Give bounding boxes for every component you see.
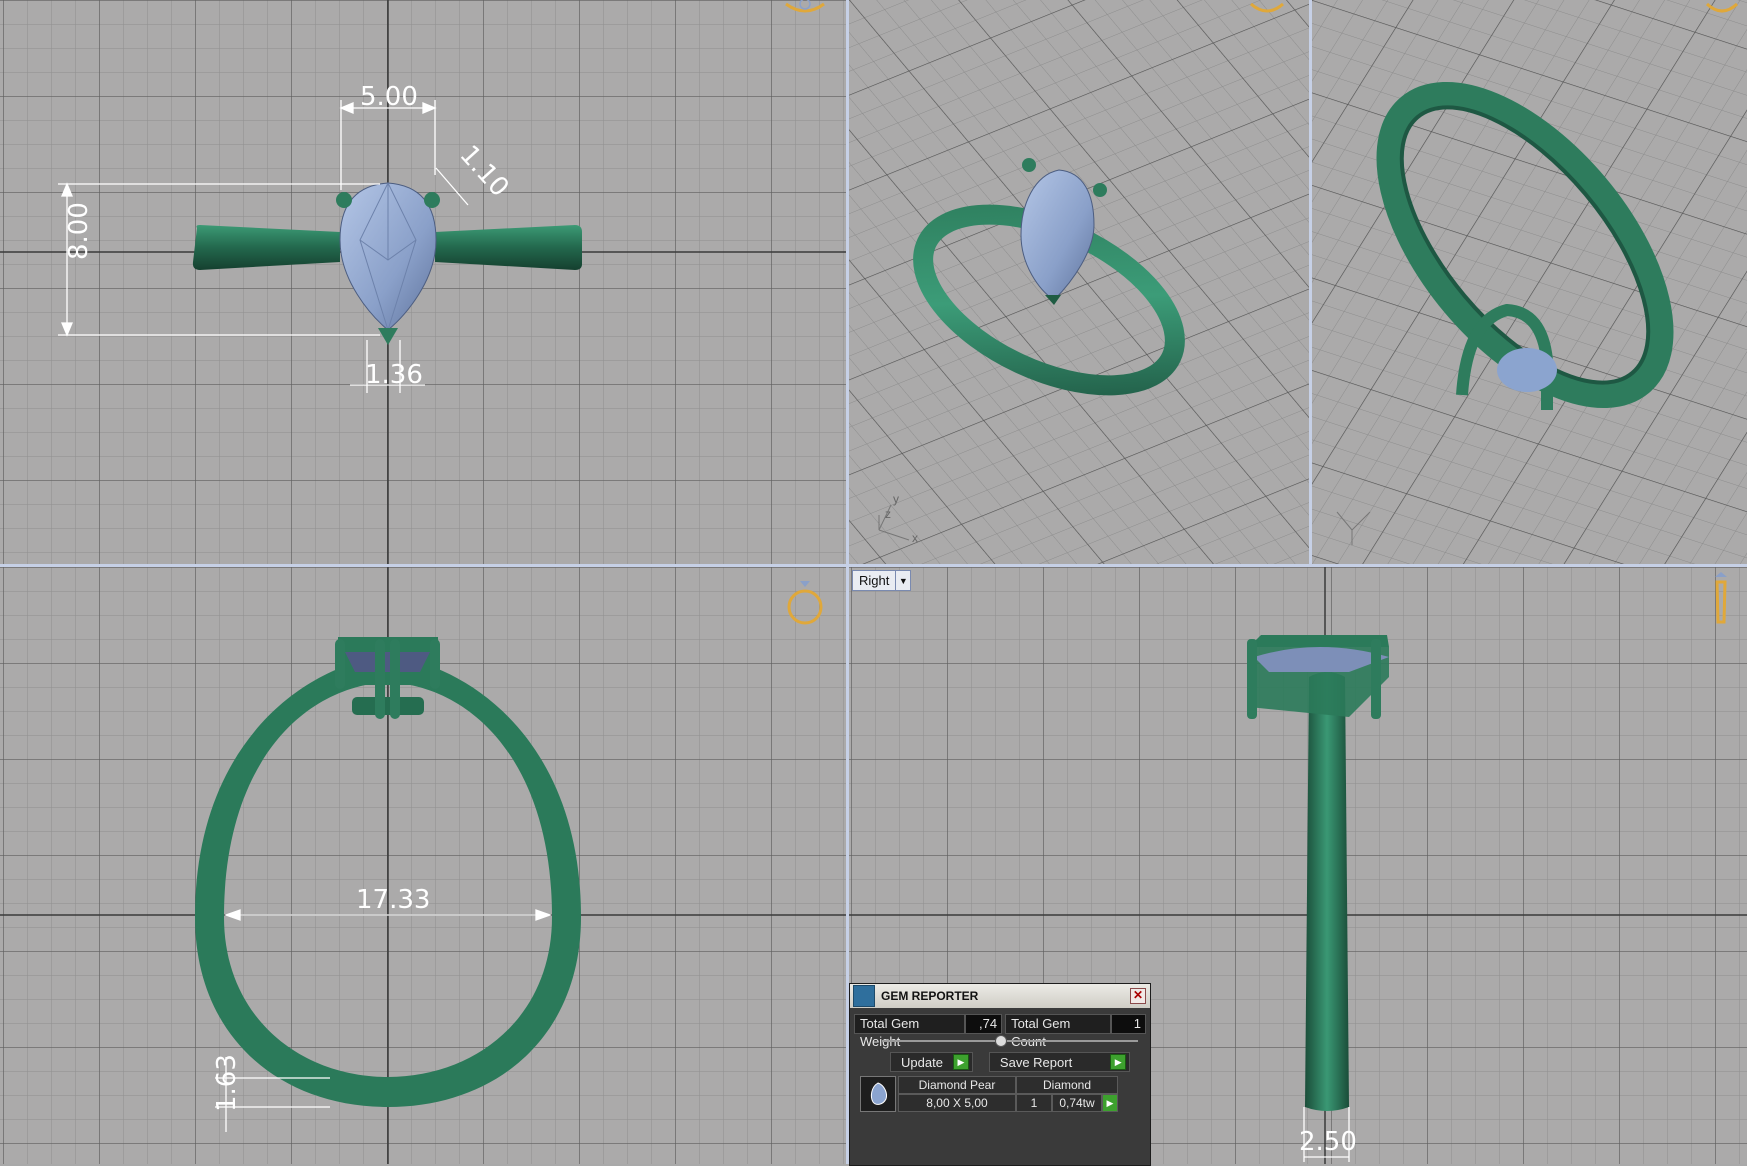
ring-shank	[195, 655, 581, 1107]
panel-title: GEM REPORTER	[881, 989, 979, 1003]
axis-x-label: x	[912, 531, 918, 545]
total-count-value: 1	[1110, 1014, 1146, 1034]
view-cube-icon[interactable]	[1705, 2, 1739, 13]
update-button-label: Update	[901, 1054, 943, 1070]
axis-triad	[878, 504, 910, 541]
gem-weight: 0,74tw	[1052, 1094, 1102, 1112]
play-icon: ▶	[1110, 1054, 1127, 1070]
prong	[424, 192, 440, 208]
view-cube-icon[interactable]	[1250, 2, 1284, 13]
gem-name: Diamond Pear	[898, 1076, 1016, 1094]
save-report-label: Save Report	[999, 1054, 1073, 1070]
ring-band-left	[192, 225, 340, 270]
total-weight-value: ,74	[965, 1014, 1003, 1034]
viewport-front[interactable]: 17.33 1.63	[0, 567, 846, 1164]
dim-tip: 1.36	[365, 360, 423, 390]
dim-band-width: 2.50	[1299, 1127, 1357, 1157]
gem-row-play-icon[interactable]: ▶	[1102, 1094, 1118, 1112]
pear-gem	[1020, 169, 1095, 301]
dim-band-thickness: 1.63	[212, 1054, 242, 1112]
dim-width: 5.00	[360, 82, 418, 112]
pear-gem-icon	[860, 1076, 896, 1112]
gem-count: 1	[1016, 1094, 1052, 1112]
gem-list[interactable]: Diamond Pear Diamond 8,00 X 5,00 1 0,74t…	[860, 1076, 1118, 1112]
gem-material: Diamond	[1016, 1076, 1118, 1094]
ring-view-icon[interactable]	[787, 581, 823, 625]
gem-reporter-panel[interactable]: GEM REPORTER ✕ Total Gem Weight ,74 Tota…	[849, 983, 1151, 1166]
viewport-divider[interactable]	[1309, 0, 1312, 564]
gem-size: 8,00 X 5,00	[898, 1094, 1016, 1112]
dim-inner-diameter: 17.33	[356, 885, 430, 915]
ring-band-right	[435, 225, 582, 270]
axis-z-label: z	[885, 507, 891, 521]
viewport-perspective[interactable]: x y z	[849, 0, 1309, 564]
total-count-label: Total Gem Count	[1005, 1014, 1111, 1049]
pear-gem	[345, 652, 430, 672]
update-button[interactable]: Update ▶	[890, 1052, 973, 1072]
view-cube-icon[interactable]	[785, 0, 825, 13]
gem-reporter-icon	[853, 985, 875, 1007]
viewport-perspective-2[interactable]	[1312, 0, 1747, 564]
pear-gem	[1497, 348, 1557, 392]
viewport-divider[interactable]	[0, 564, 1747, 567]
viewport-top[interactable]: 5.00 1.10 8.00 1.36	[0, 0, 846, 564]
ring-shank	[1305, 672, 1349, 1111]
close-icon[interactable]: ✕	[1130, 988, 1146, 1004]
slider-knob[interactable]	[995, 1035, 1007, 1047]
panel-titlebar[interactable]: GEM REPORTER ✕	[850, 984, 1150, 1008]
prong-tip	[378, 328, 398, 345]
save-report-button[interactable]: Save Report ▶	[988, 1052, 1131, 1072]
play-icon: ▶	[952, 1054, 969, 1070]
dim-height: 8.00	[64, 202, 94, 260]
dim-prong: 1.10	[454, 140, 515, 203]
side-view-icon[interactable]	[1715, 572, 1727, 624]
slider[interactable]	[882, 1035, 1138, 1047]
prong	[336, 192, 352, 208]
axis-triad	[1336, 511, 1371, 545]
total-weight-label: Total Gem Weight	[854, 1014, 966, 1049]
axis-y-label: y	[893, 492, 899, 506]
